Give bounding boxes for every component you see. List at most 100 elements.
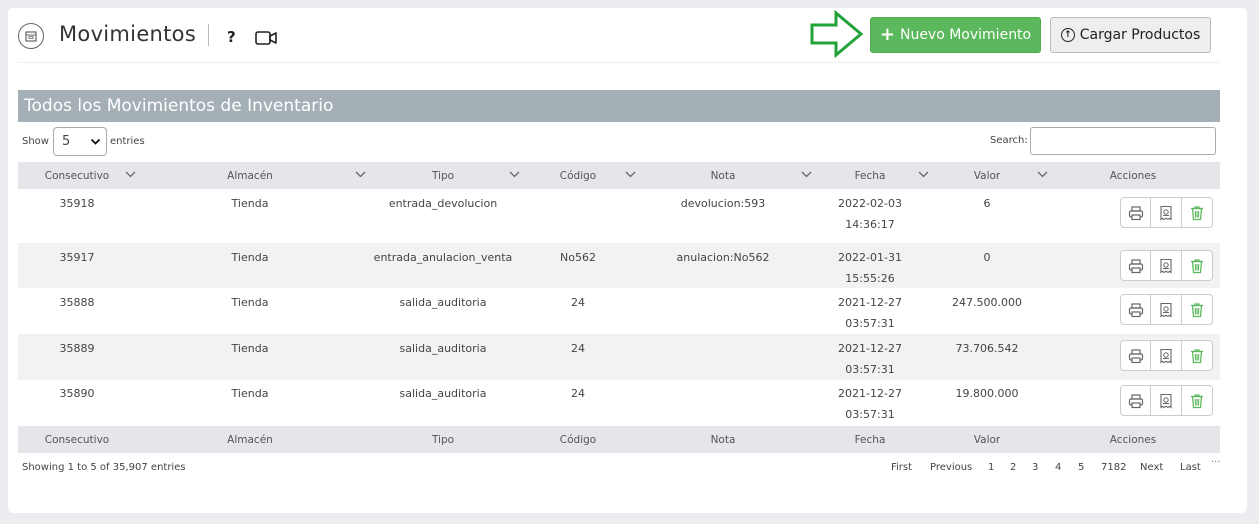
chevron-down-icon[interactable] <box>801 170 812 182</box>
cell-consecutivo: 35889 <box>59 342 95 355</box>
print-button[interactable] <box>1120 197 1151 228</box>
chevron-down-icon[interactable] <box>625 170 636 182</box>
foot-almacen: Almacén <box>227 433 273 446</box>
trash-icon <box>1191 393 1203 408</box>
delete-button[interactable] <box>1182 250 1213 281</box>
table-row: 35917 Tienda entrada_anulacion_venta No5… <box>18 243 1220 288</box>
pagination-more[interactable]: ··· <box>1211 457 1221 468</box>
print-button[interactable] <box>1120 250 1151 281</box>
table-info: Showing 1 to 5 of 35,907 entries <box>22 462 186 473</box>
chevron-down-icon <box>90 136 101 151</box>
receipt-icon <box>1160 258 1172 274</box>
cell-tipo: salida_auditoria <box>399 342 487 355</box>
cell-almacen: Tienda <box>231 342 269 355</box>
page-5[interactable]: 5 <box>1078 462 1084 473</box>
cell-almacen: Tienda <box>231 251 269 264</box>
receipt-icon <box>1160 302 1172 318</box>
receipt-icon <box>1160 348 1172 364</box>
cell-consecutivo: 35888 <box>59 296 95 309</box>
col-acciones: Acciones <box>1109 169 1157 182</box>
delete-button[interactable] <box>1182 385 1213 416</box>
col-codigo[interactable]: Código <box>533 162 623 189</box>
delete-button[interactable] <box>1182 197 1213 228</box>
video-icon[interactable] <box>255 30 277 50</box>
page-3[interactable]: 3 <box>1032 462 1038 473</box>
cell-fecha-time: 14:36:17 <box>845 218 895 231</box>
page-first[interactable]: First <box>891 462 912 473</box>
entries-select[interactable]: 5 <box>53 127 107 156</box>
print-icon <box>1128 393 1143 408</box>
receipt-icon <box>1160 393 1172 409</box>
help-icon[interactable]: ? <box>227 28 236 46</box>
load-products-label: Cargar Productos <box>1079 27 1201 43</box>
cell-almacen: Tienda <box>231 296 269 309</box>
table-footer: Consecutivo Almacén Tipo Código Nota Fec… <box>18 426 1220 453</box>
new-movement-label: Nuevo Movimiento <box>899 27 1032 43</box>
chevron-down-icon[interactable] <box>355 170 366 182</box>
show-label: Show <box>22 136 49 147</box>
trash-icon <box>1191 205 1203 220</box>
receipt-button[interactable] <box>1151 250 1182 281</box>
cell-fecha: 2021-12-27 03:57:31 <box>838 342 902 376</box>
trash-icon <box>1191 302 1203 317</box>
cell-valor: 0 <box>983 251 991 264</box>
header-divider <box>18 62 1220 63</box>
cell-tipo: entrada_devolucion <box>388 197 498 210</box>
foot-codigo: Código <box>559 433 597 446</box>
page-4[interactable]: 4 <box>1055 462 1061 473</box>
col-tipo[interactable]: Tipo <box>358 162 528 189</box>
print-icon <box>1128 302 1143 317</box>
row-actions <box>1120 385 1213 416</box>
col-fecha[interactable]: Fecha <box>818 162 922 189</box>
cell-nota: devolucion:593 <box>680 197 766 210</box>
receipt-button[interactable] <box>1151 385 1182 416</box>
receipt-button[interactable] <box>1151 294 1182 325</box>
col-consecutivo[interactable]: Consecutivo <box>18 162 136 189</box>
cell-codigo: 24 <box>571 342 585 355</box>
search-input[interactable] <box>1030 127 1216 155</box>
receipt-button[interactable] <box>1151 340 1182 371</box>
col-nota[interactable]: Nota <box>633 162 813 189</box>
row-actions <box>1120 250 1213 281</box>
cell-consecutivo: 35918 <box>59 197 95 210</box>
print-icon <box>1128 258 1143 273</box>
entries-select-value: 5 <box>62 134 71 149</box>
print-icon <box>1128 205 1143 220</box>
cell-codigo: 24 <box>571 296 585 309</box>
page-1[interactable]: 1 <box>988 462 994 473</box>
foot-valor: Valor <box>973 433 1001 446</box>
entries-label: entries <box>110 136 145 147</box>
delete-button[interactable] <box>1182 294 1213 325</box>
row-actions <box>1120 294 1213 325</box>
trash-icon <box>1191 258 1203 273</box>
chevron-down-icon[interactable] <box>125 170 136 182</box>
foot-fecha: Fecha <box>854 433 886 446</box>
row-actions <box>1120 340 1213 371</box>
receipt-button[interactable] <box>1151 197 1182 228</box>
box-icon <box>18 23 44 49</box>
chevron-down-icon[interactable] <box>1037 170 1048 182</box>
delete-button[interactable] <box>1182 340 1213 371</box>
page-7182[interactable]: 7182 <box>1101 462 1126 473</box>
chevron-down-icon[interactable] <box>509 170 520 182</box>
chevron-down-icon[interactable] <box>918 170 929 182</box>
print-button[interactable] <box>1120 294 1151 325</box>
page-2[interactable]: 2 <box>1010 462 1016 473</box>
page-previous[interactable]: Previous <box>930 462 972 473</box>
load-products-button[interactable]: ↑ Cargar Productos <box>1050 17 1211 53</box>
col-valor[interactable]: Valor <box>938 162 1036 189</box>
table-row: 35890 Tienda salida_auditoria 24 2021-12… <box>18 380 1220 426</box>
arrow-right-icon <box>810 9 864 62</box>
table-row: 35889 Tienda salida_auditoria 24 2021-12… <box>18 334 1220 380</box>
table-row: 35888 Tienda salida_auditoria 24 2021-12… <box>18 288 1220 334</box>
print-button[interactable] <box>1120 385 1151 416</box>
cell-almacen: Tienda <box>231 387 269 400</box>
cell-tipo: salida_auditoria <box>399 387 487 400</box>
new-movement-button[interactable]: + Nuevo Movimiento <box>870 17 1041 53</box>
page-next[interactable]: Next <box>1140 462 1163 473</box>
cell-codigo: 24 <box>571 387 585 400</box>
col-almacen[interactable]: Almacén <box>166 162 334 189</box>
print-button[interactable] <box>1120 340 1151 371</box>
cell-nota: anulacion:No562 <box>676 251 770 264</box>
page-last[interactable]: Last <box>1180 462 1201 473</box>
